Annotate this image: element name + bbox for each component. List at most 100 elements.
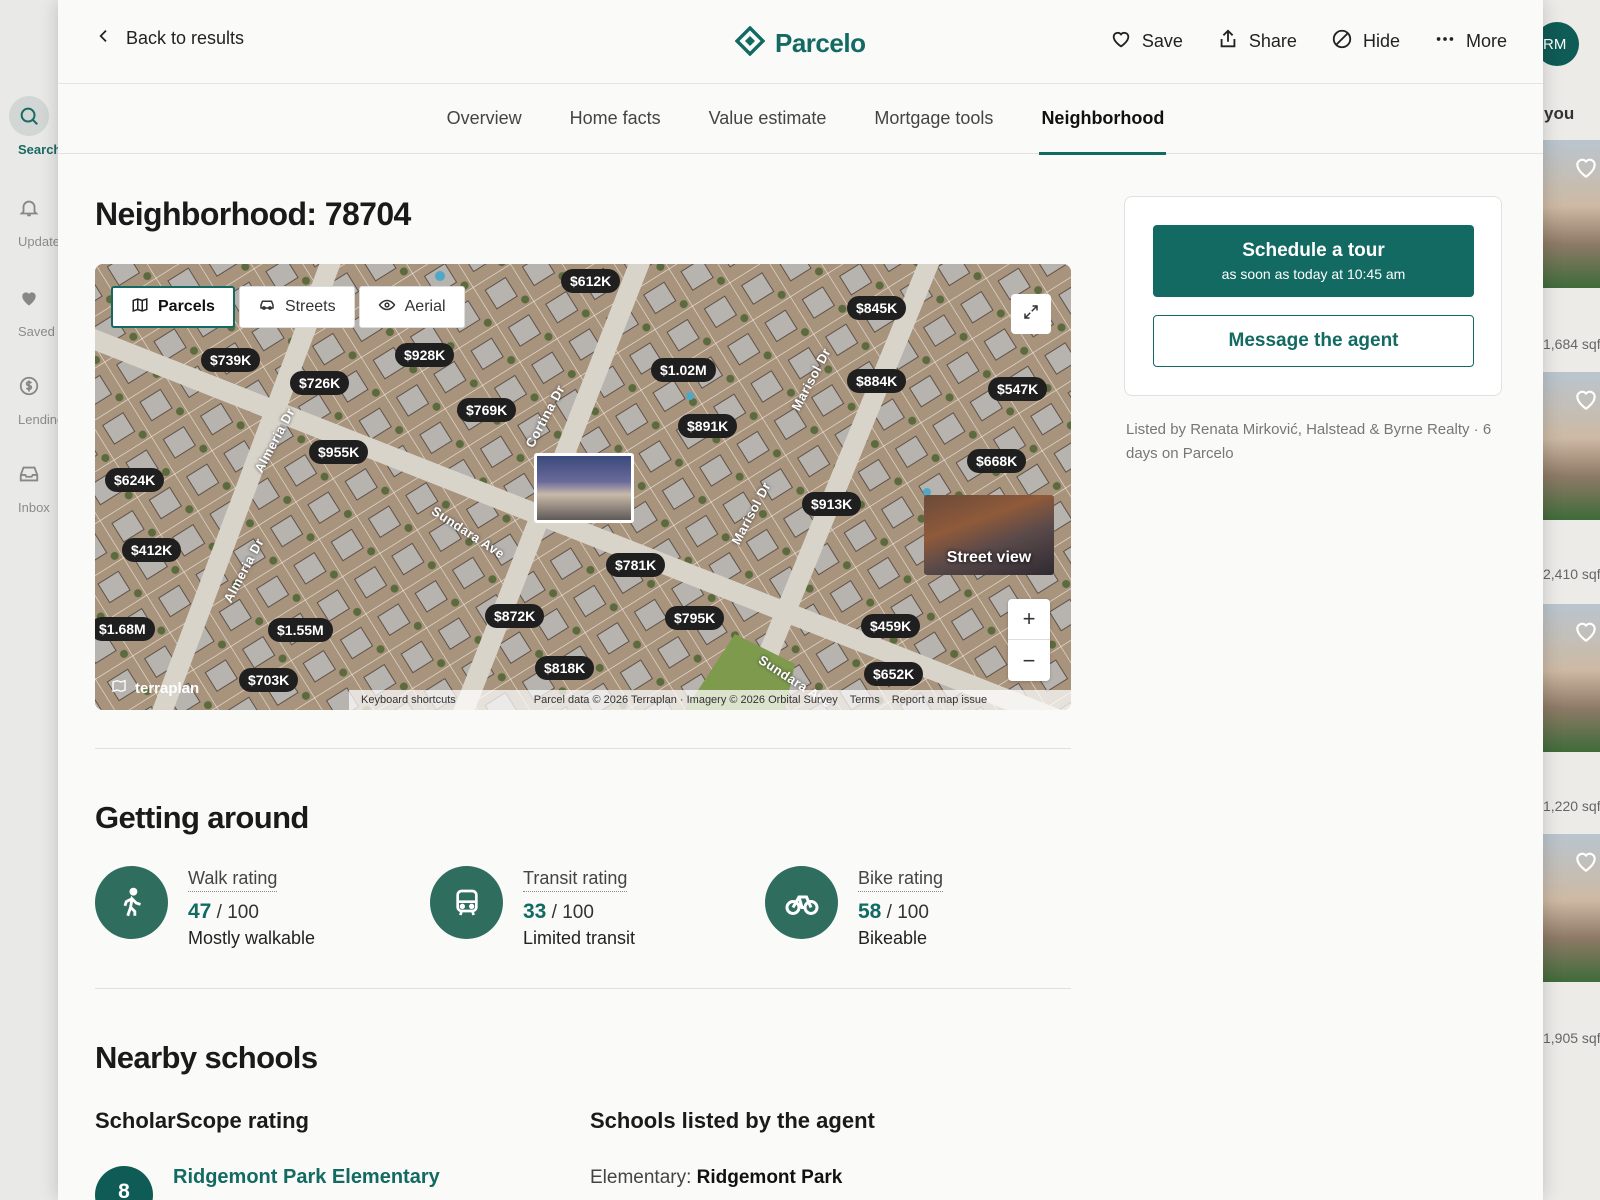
aerial-mode-button[interactable]: Aerial bbox=[358, 286, 465, 328]
listing-card-image[interactable] bbox=[1543, 834, 1600, 982]
schedule-tour-button[interactable]: Schedule a tour as soon as today at 10:4… bbox=[1153, 225, 1474, 297]
price-pin[interactable]: $703K bbox=[239, 668, 299, 692]
school-link[interactable]: Ridgemont Park Elementary bbox=[173, 1166, 440, 1189]
bike-description: Bikeable bbox=[858, 928, 928, 948]
price-pin[interactable]: $1.55M bbox=[268, 618, 333, 642]
listing-sqft: 1,905 sqf bbox=[1543, 1030, 1600, 1046]
inbox-icon bbox=[9, 454, 49, 494]
heart-icon[interactable] bbox=[1573, 618, 1599, 649]
price-pin[interactable]: $884K bbox=[847, 369, 907, 393]
share-button[interactable]: Share bbox=[1217, 28, 1297, 55]
price-pin[interactable]: $955K bbox=[309, 440, 369, 464]
keyboard-shortcuts-link[interactable]: Keyboard shortcuts bbox=[361, 694, 456, 706]
section-divider bbox=[95, 748, 1071, 749]
price-pin[interactable]: $913K bbox=[802, 492, 862, 516]
terms-link[interactable]: Terms bbox=[850, 694, 880, 706]
heart-icon[interactable] bbox=[1573, 154, 1599, 185]
bell-icon bbox=[9, 188, 49, 228]
price-pin[interactable]: $459K bbox=[861, 614, 921, 638]
streets-label: Streets bbox=[284, 298, 336, 315]
listing-card-image[interactable] bbox=[1543, 604, 1600, 752]
bike-score-max: / 100 bbox=[886, 902, 929, 923]
price-pin[interactable]: $624K bbox=[105, 468, 165, 492]
aerial-label: Aerial bbox=[404, 298, 446, 315]
school-rating-badge: 8 bbox=[95, 1166, 153, 1200]
price-pin[interactable]: $612K bbox=[561, 269, 621, 293]
street-view-button[interactable]: Street view bbox=[924, 495, 1054, 575]
back-label: Back to results bbox=[126, 28, 245, 48]
schedule-tour-subtitle: as soon as today at 10:45 am bbox=[1221, 266, 1406, 282]
price-pin[interactable]: $652K bbox=[864, 662, 924, 686]
back-to-results-link[interactable]: Back to results bbox=[96, 28, 244, 49]
car-icon bbox=[258, 296, 276, 319]
bike-score: 58 bbox=[858, 900, 882, 923]
price-pin[interactable]: $872K bbox=[485, 604, 545, 628]
sidebar-item-lending[interactable]: Lending bbox=[0, 366, 58, 427]
price-pin[interactable]: $668K bbox=[967, 449, 1027, 473]
price-pin[interactable]: $726K bbox=[290, 371, 350, 395]
diamond-logo-icon bbox=[734, 25, 766, 61]
report-map-issue-link[interactable]: Report a map issue bbox=[892, 694, 987, 706]
price-pin[interactable]: $795K bbox=[665, 606, 725, 630]
schedule-tour-label: Schedule a tour bbox=[1242, 240, 1385, 261]
ellipsis-icon bbox=[1434, 28, 1456, 55]
selected-home-thumbnail[interactable] bbox=[534, 453, 634, 523]
map-icon bbox=[131, 296, 149, 319]
sidebar-item-search[interactable]: Search bbox=[0, 96, 58, 157]
save-label: Save bbox=[1141, 31, 1183, 51]
sidebar-item-updates[interactable]: Updates bbox=[0, 188, 58, 249]
zoom-out-button[interactable]: − bbox=[1008, 640, 1050, 681]
parcels-label: Parcels bbox=[158, 298, 215, 315]
zoom-in-button[interactable]: + bbox=[1008, 599, 1050, 640]
tab-value-estimate[interactable]: Value estimate bbox=[709, 84, 827, 154]
hide-label: Hide bbox=[1362, 31, 1400, 51]
price-pin[interactable]: $818K bbox=[535, 656, 595, 680]
price-pin[interactable]: $1.02M bbox=[651, 358, 716, 382]
bike-icon bbox=[765, 866, 838, 939]
bike-rating-label[interactable]: Bike rating bbox=[858, 868, 944, 892]
listing-attribution: Listed by Renata Mirković, Halstead & By… bbox=[1126, 421, 1492, 462]
chevron-left-icon bbox=[96, 28, 112, 49]
sidebar-item-saved[interactable]: Saved bbox=[0, 278, 58, 339]
save-button[interactable]: Save bbox=[1110, 28, 1183, 55]
avatar[interactable]: RM bbox=[1543, 22, 1579, 66]
message-agent-button[interactable]: Message the agent bbox=[1153, 315, 1474, 367]
parcels-mode-button[interactable]: Parcels bbox=[111, 286, 235, 328]
tab-mortgage-tools[interactable]: Mortgage tools bbox=[874, 84, 993, 154]
price-pin[interactable]: $412K bbox=[122, 538, 182, 562]
price-pin[interactable]: $845K bbox=[847, 296, 907, 320]
streets-mode-button[interactable]: Streets bbox=[238, 286, 355, 328]
listing-card-image[interactable] bbox=[1543, 372, 1600, 520]
sidebar-item-inbox[interactable]: Inbox bbox=[0, 454, 58, 515]
more-button[interactable]: More bbox=[1434, 28, 1507, 55]
tab-overview[interactable]: Overview bbox=[447, 84, 522, 154]
price-pin[interactable]: $769K bbox=[457, 398, 517, 422]
walk-score-max: / 100 bbox=[216, 902, 259, 923]
listing-actions: Save Share Hide More bbox=[1110, 28, 1507, 55]
price-pin[interactable]: $928K bbox=[395, 343, 455, 367]
price-pin[interactable]: $891K bbox=[678, 414, 738, 438]
walk-description: Mostly walkable bbox=[188, 928, 316, 948]
tab-neighborhood[interactable]: Neighborhood bbox=[1039, 84, 1167, 155]
heart-icon[interactable] bbox=[1573, 848, 1599, 879]
price-pin[interactable]: $547K bbox=[988, 377, 1048, 401]
app-sidebar: Search Updates Saved Lending Inbox bbox=[0, 0, 58, 1200]
hide-button[interactable]: Hide bbox=[1331, 28, 1400, 55]
walk-rating-label[interactable]: Walk rating bbox=[188, 868, 278, 892]
listed-school: Elementary: Ridgemont Park bbox=[590, 1167, 842, 1189]
parcel-map[interactable]: Parcels Streets Aerial Almeria Dr Almeri… bbox=[95, 264, 1071, 710]
price-pin[interactable]: $781K bbox=[606, 553, 666, 577]
expand-map-button[interactable] bbox=[1011, 294, 1051, 334]
heart-icon[interactable] bbox=[1573, 386, 1599, 417]
price-pin[interactable]: $1.68M bbox=[95, 617, 155, 641]
listing-card-image[interactable] bbox=[1543, 140, 1600, 288]
brand-name: Parcelo bbox=[775, 28, 866, 58]
section-tabs: Overview Home facts Value estimate Mortg… bbox=[58, 84, 1543, 155]
brand-logo[interactable]: Parcelo bbox=[734, 25, 866, 61]
price-pin[interactable]: $739K bbox=[201, 348, 261, 372]
transit-rating-label[interactable]: Transit rating bbox=[523, 868, 628, 892]
getting-around-heading: Getting around bbox=[95, 800, 309, 835]
eye-icon bbox=[378, 296, 396, 319]
page-title: Neighborhood: 78704 bbox=[95, 196, 411, 232]
tab-home-facts[interactable]: Home facts bbox=[570, 84, 661, 154]
